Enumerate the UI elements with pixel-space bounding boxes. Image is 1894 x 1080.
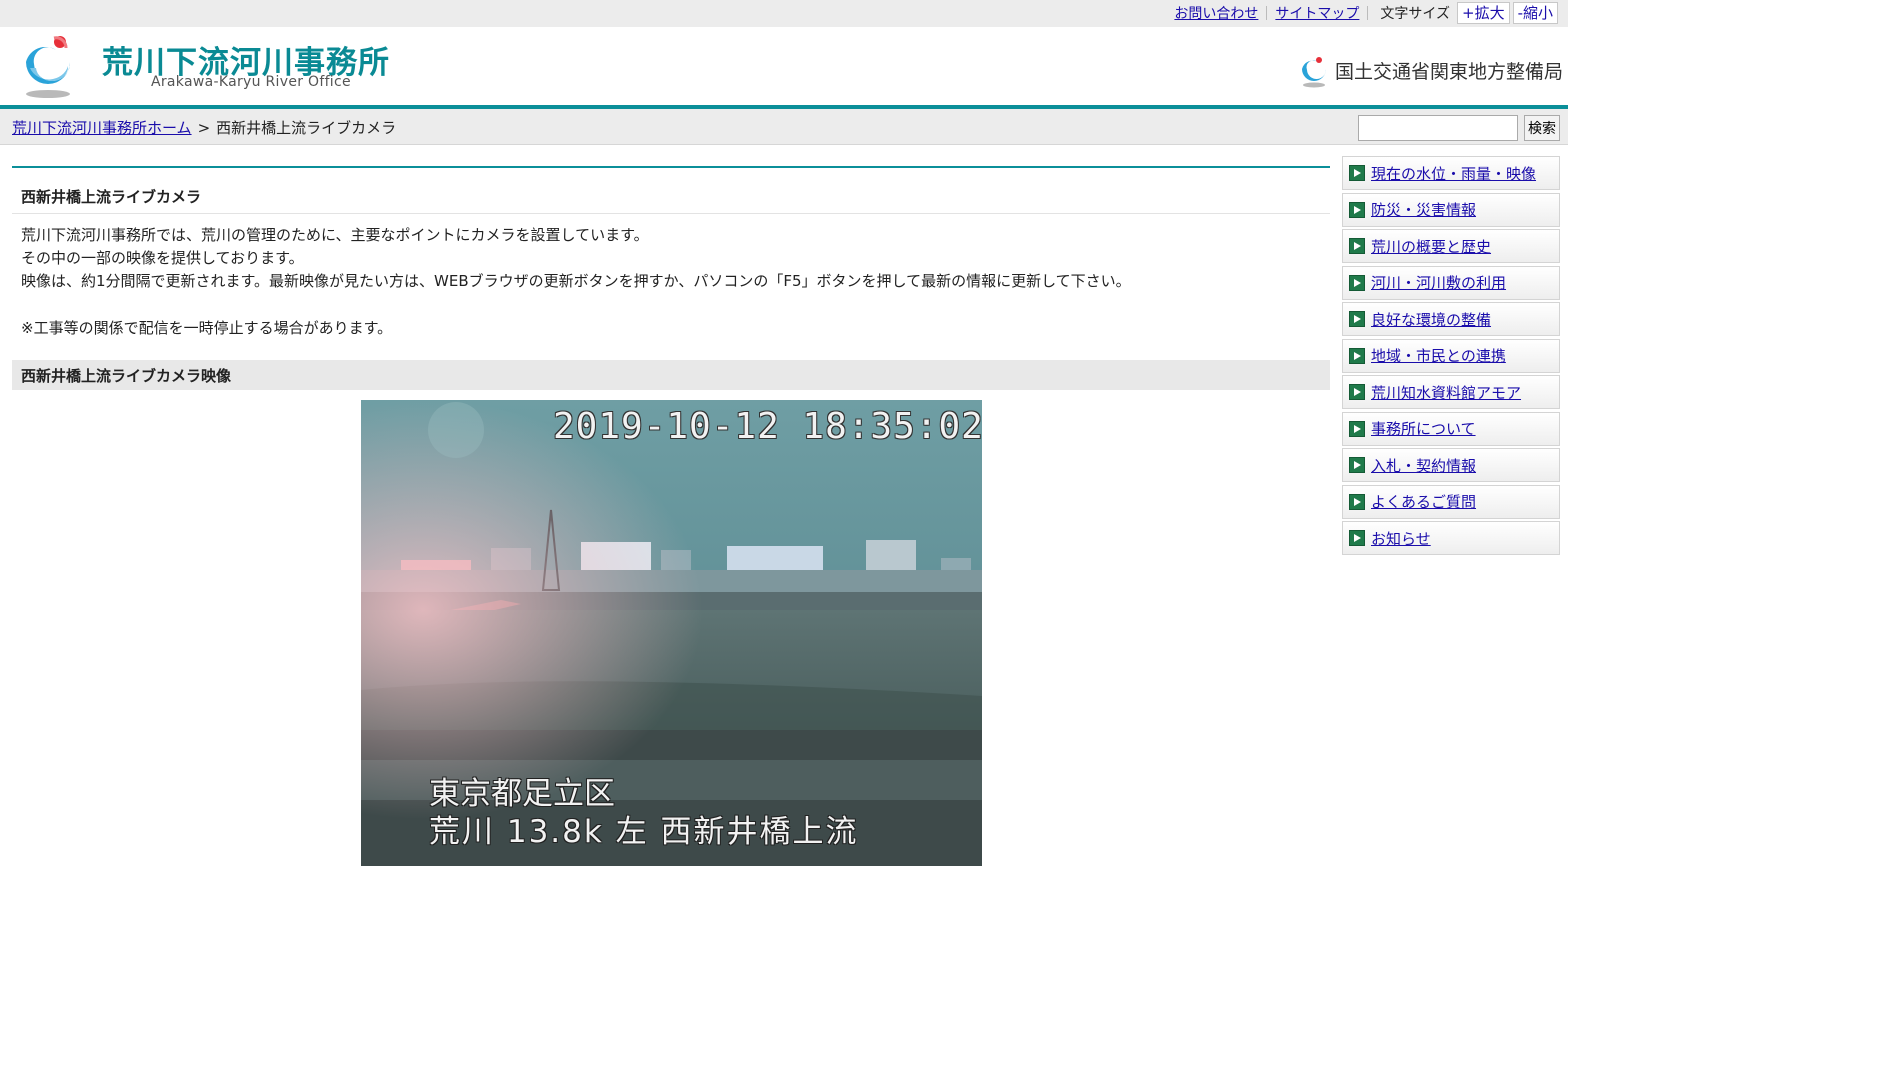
side-item[interactable]: 入札・契約情報 — [1342, 448, 1560, 482]
side-item[interactable]: 良好な環境の整備 — [1342, 302, 1560, 336]
arrow-right-icon — [1349, 201, 1365, 218]
contact-link[interactable]: お問い合わせ — [1166, 3, 1266, 23]
video-heading: 西新井橋上流ライブカメラ映像 — [12, 360, 1330, 390]
intro-line: 荒川下流河川事務所では、荒川の管理のために、主要なポイントにカメラを設置していま… — [21, 226, 649, 244]
arrow-right-icon — [1349, 238, 1365, 254]
arrow-right-icon — [1349, 530, 1365, 546]
side-link[interactable]: 荒川知水資料館アモア — [1371, 382, 1521, 403]
ministry-name[interactable]: 国土交通省関東地方整備局 — [1335, 57, 1563, 84]
breadcrumb-bar: 荒川下流河川事務所ホーム > 西新井橋上流ライブカメラ 検索 — [0, 109, 1568, 145]
breadcrumb: 荒川下流河川事務所ホーム > 西新井橋上流ライブカメラ — [12, 117, 396, 138]
arrow-right-icon — [1349, 420, 1365, 437]
search-input[interactable] — [1358, 115, 1518, 141]
side-link[interactable]: 荒川の概要と歴史 — [1371, 236, 1491, 257]
breadcrumb-current: 西新井橋上流ライブカメラ — [216, 119, 397, 137]
side-link[interactable]: 事務所について — [1371, 418, 1476, 439]
office-logo-icon[interactable] — [16, 32, 80, 100]
side-link[interactable]: 入札・契約情報 — [1371, 455, 1476, 476]
side-item[interactable]: よくあるご質問 — [1342, 484, 1560, 519]
arrow-right-icon — [1349, 384, 1365, 400]
intro-text: 荒川下流河川事務所では、荒川の管理のために、主要なポイントにカメラを設置していま… — [12, 214, 1330, 293]
breadcrumb-home-link[interactable]: 荒川下流河川事務所ホーム — [12, 119, 192, 137]
font-size-label: 文字サイズ — [1380, 6, 1450, 22]
side-link[interactable]: よくあるご質問 — [1371, 491, 1476, 512]
side-item[interactable]: 事務所について — [1342, 411, 1560, 446]
font-enlarge-button[interactable]: +拡大 — [1457, 2, 1510, 24]
side-link[interactable]: 良好な環境の整備 — [1371, 309, 1491, 330]
suspension-note: ※工事等の関係で配信を一時停止する場合があります。 — [21, 319, 393, 337]
side-item[interactable]: 地域・市民との連携 — [1342, 338, 1560, 373]
side-item[interactable]: 防災・災害情報 — [1342, 192, 1560, 227]
side-link[interactable]: 河川・河川敷の利用 — [1371, 272, 1506, 293]
camera-timestamp: 2019-10-12 18:35:02 — [553, 406, 982, 447]
side-item[interactable]: 荒川知水資料館アモア — [1342, 375, 1560, 409]
side-item[interactable]: 河川・河川敷の利用 — [1342, 265, 1560, 300]
side-link[interactable]: 防災・災害情報 — [1371, 199, 1476, 220]
arrow-right-icon — [1349, 274, 1365, 291]
page-title: 西新井橋上流ライブカメラ — [12, 168, 1330, 214]
ministry-logo-icon — [1302, 57, 1327, 88]
arrow-right-icon — [1349, 347, 1365, 364]
utility-links: お問い合わせ サイトマップ 文字サイズ +拡大 -縮小 — [1166, 2, 1558, 24]
site-subtitle: Arakawa-Karyu River Office — [151, 74, 351, 90]
utility-bar: お問い合わせ サイトマップ 文字サイズ +拡大 -縮小 — [0, 0, 1568, 27]
side-item[interactable]: 現在の水位・雨量・映像 — [1342, 156, 1560, 190]
arrow-right-icon — [1349, 457, 1365, 473]
search-button[interactable]: 検索 — [1524, 115, 1560, 141]
side-item[interactable]: お知らせ — [1342, 521, 1560, 555]
intro-line: その中の一部の映像を提供しております。 — [21, 249, 304, 267]
side-link[interactable]: お知らせ — [1371, 528, 1431, 549]
arrow-right-icon — [1349, 493, 1365, 510]
side-item[interactable]: 荒川の概要と歴史 — [1342, 229, 1560, 263]
site-header: 荒川下流河川事務所 Arakawa-Karyu River Office 国土交… — [0, 27, 1568, 105]
live-camera-image: 2019-10-12 18:35:02 東京都足立区 荒川 13.8k 左 西新… — [361, 400, 982, 866]
arrow-right-icon — [1349, 311, 1365, 327]
side-navigation: 現在の水位・雨量・映像 防災・災害情報 荒川の概要と歴史 河川・河川敷の利用 良… — [1342, 156, 1560, 558]
intro-line: 映像は、約1分間隔で更新されます。最新映像が見たい方は、WEBブラウザの更新ボタ… — [21, 272, 1131, 290]
side-link[interactable]: 地域・市民との連携 — [1371, 345, 1506, 366]
sitemap-link[interactable]: サイトマップ — [1267, 3, 1367, 23]
camera-point: 荒川 13.8k 左 西新井橋上流 — [429, 814, 859, 850]
breadcrumb-separator: > — [197, 119, 211, 137]
side-link[interactable]: 現在の水位・雨量・映像 — [1371, 163, 1536, 184]
arrow-right-icon — [1349, 165, 1365, 181]
font-shrink-button[interactable]: -縮小 — [1512, 2, 1558, 24]
main-content: 西新井橋上流ライブカメラ 荒川下流河川事務所では、荒川の管理のために、主要なポイ… — [12, 166, 1330, 866]
